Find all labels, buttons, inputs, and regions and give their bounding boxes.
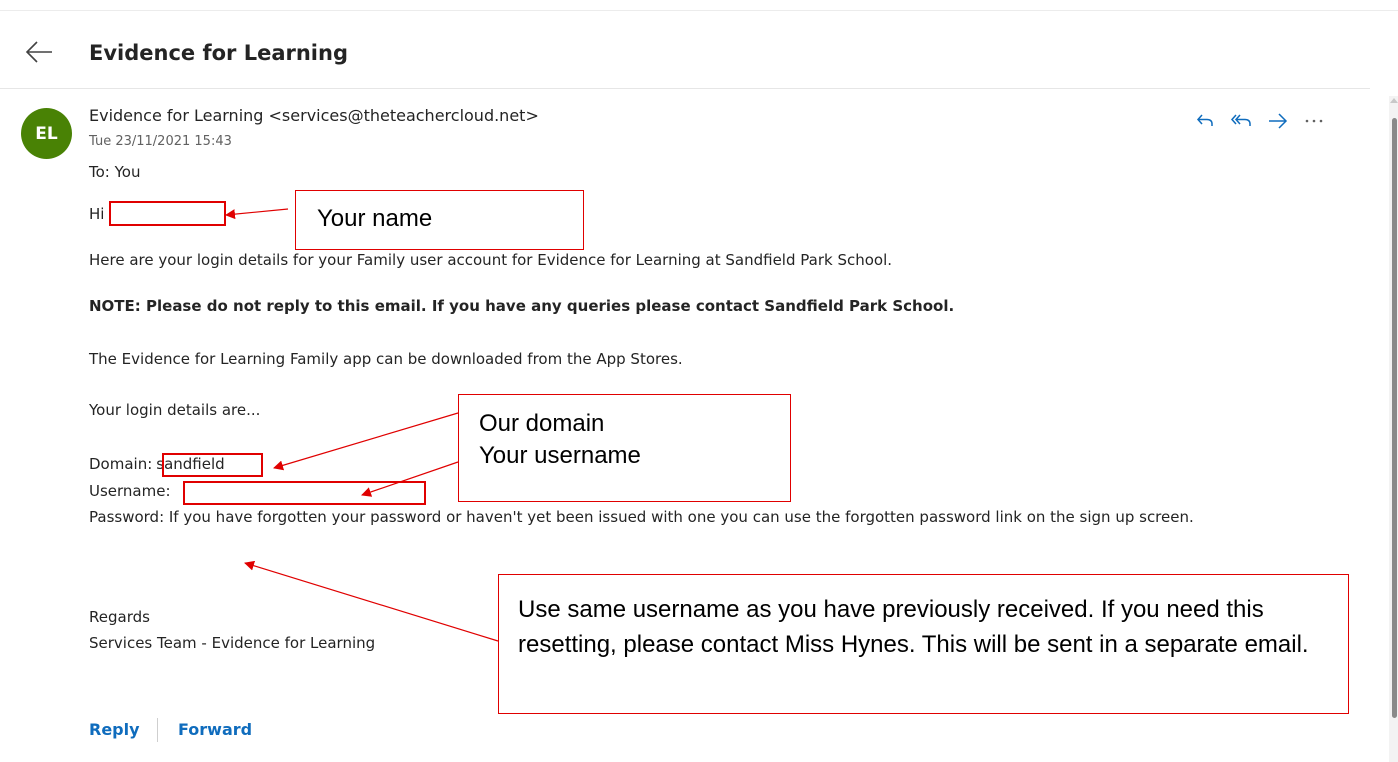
domain-highlight-box — [162, 453, 263, 477]
domain-arrow — [273, 412, 459, 471]
note-text: NOTE: Please do not reply to this email.… — [89, 297, 955, 315]
name-arrow — [225, 208, 289, 220]
name-callout: Your name — [295, 190, 584, 250]
greeting: Hi — [89, 205, 105, 223]
regards-text: Regards — [89, 608, 150, 626]
password-arrow — [244, 560, 499, 642]
reply-all-icon[interactable] — [1224, 108, 1260, 134]
top-border — [0, 0, 1398, 11]
login-intro-text: Your login details are... — [89, 401, 261, 419]
app-text: The Evidence for Learning Family app can… — [89, 350, 683, 368]
header-divider — [0, 88, 1370, 89]
domain-label: Domain: — [89, 455, 153, 473]
password-text: Password: If you have forgotten your pas… — [89, 508, 1194, 526]
sender-avatar[interactable]: EL — [21, 108, 72, 159]
domain-callout-text: Our domain — [479, 410, 605, 437]
more-icon[interactable] — [1296, 108, 1332, 134]
scroll-up-arrow-icon[interactable] — [1390, 98, 1398, 103]
footer-divider — [157, 718, 158, 742]
signature-text: Services Team - Evidence for Learning — [89, 634, 376, 652]
username-label: Username: — [89, 482, 171, 500]
domain-username-callout: Our domain Your username — [458, 394, 791, 502]
name-highlight-box — [109, 201, 226, 226]
intro-text: Here are your login details for your Fam… — [89, 251, 893, 269]
recipient-line: To: You — [89, 163, 141, 181]
email-subject: Evidence for Learning — [89, 41, 348, 65]
forward-icon[interactable] — [1260, 108, 1296, 134]
password-callout: Use same username as you have previously… — [498, 574, 1349, 714]
message-actions — [1188, 108, 1332, 134]
scrollbar-thumb[interactable] — [1392, 118, 1397, 718]
sender-name[interactable]: Evidence for Learning <services@theteach… — [89, 106, 539, 125]
reply-icon[interactable] — [1188, 108, 1224, 134]
username-callout-text: Your username — [479, 442, 641, 469]
message-datetime: Tue 23/11/2021 15:43 — [89, 134, 232, 149]
reply-button[interactable]: Reply — [89, 720, 140, 739]
back-arrow-icon[interactable] — [22, 36, 58, 68]
username-highlight-box — [183, 481, 426, 505]
forward-button[interactable]: Forward — [178, 720, 252, 739]
